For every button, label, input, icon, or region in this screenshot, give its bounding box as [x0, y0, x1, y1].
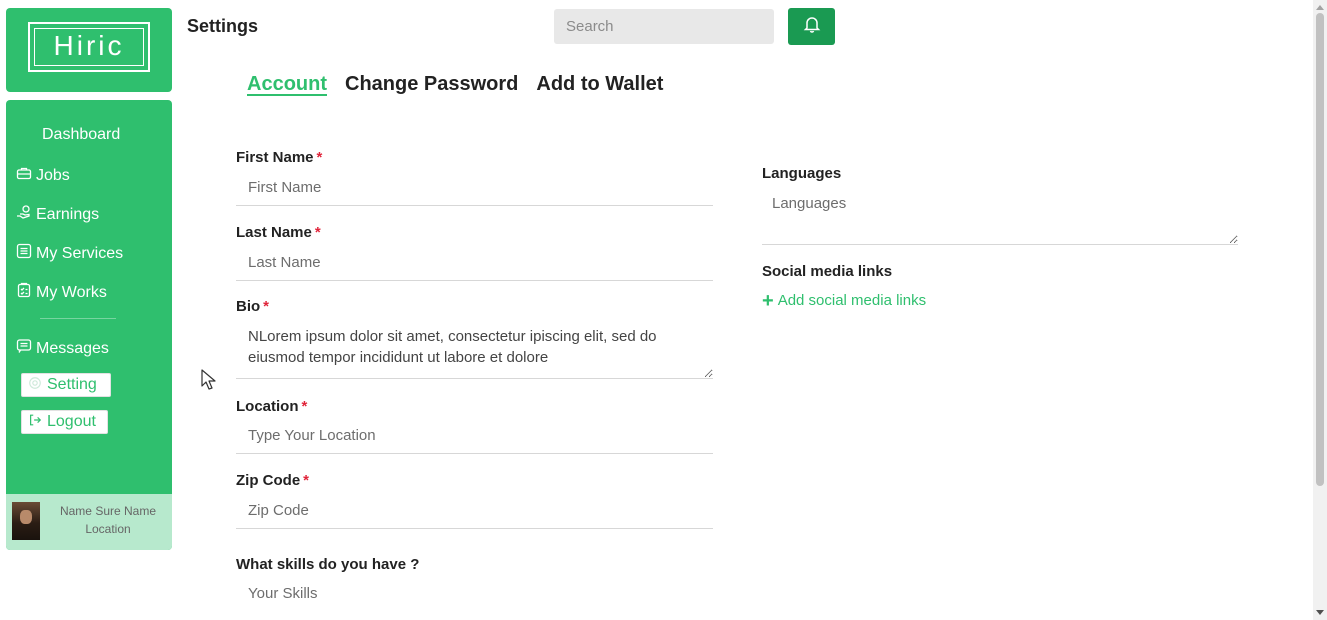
scroll-up-icon[interactable] [1316, 5, 1324, 10]
zip-code-label-text: Zip Code [236, 472, 301, 489]
first-name-label: First Name * [236, 149, 322, 166]
first-name-label-text: First Name [236, 149, 314, 166]
list-icon [16, 243, 32, 264]
profile-location: Location [85, 522, 131, 536]
sidebar-item-label: My Services [36, 244, 124, 262]
setting-button[interactable]: Setting [21, 373, 111, 397]
first-name-input[interactable] [236, 170, 713, 206]
sidebar-item-jobs[interactable]: Jobs [16, 165, 70, 186]
mouse-cursor-icon [201, 369, 216, 390]
sidebar-item-label: Messages [36, 339, 109, 357]
sidebar: Dashboard Jobs Earnings My Services My W… [6, 100, 172, 550]
location-label: Location * [236, 398, 307, 415]
skills-label: What skills do you have ? [236, 556, 420, 573]
required-mark: * [303, 472, 310, 489]
bio-label: Bio * [236, 298, 269, 315]
search-input[interactable] [554, 9, 774, 44]
notification-button[interactable] [788, 8, 835, 45]
profile-card[interactable]: Name Sure Name Location [6, 494, 172, 550]
scrollbar[interactable] [1313, 0, 1327, 620]
logout-label: Logout [47, 413, 96, 430]
tab-change-password[interactable]: Change Password [345, 73, 518, 96]
bell-icon [802, 14, 822, 39]
earnings-icon [16, 204, 32, 225]
languages-label: Languages [762, 165, 842, 182]
sidebar-divider [40, 318, 116, 319]
bio-textarea[interactable]: NLorem ipsum dolor sit amet, consectetur… [236, 320, 713, 379]
clipboard-icon [16, 282, 32, 303]
message-icon [16, 338, 32, 359]
skills-input[interactable] [236, 577, 713, 609]
settings-tabs: Account Change Password Add to Wallet [247, 73, 663, 96]
required-mark: * [263, 298, 270, 315]
avatar [12, 502, 40, 540]
zip-code-input[interactable] [236, 493, 713, 529]
required-mark: * [316, 149, 323, 166]
sidebar-item-my-works[interactable]: My Works [16, 282, 107, 303]
last-name-label-text: Last Name [236, 224, 312, 241]
plus-icon: + [762, 289, 774, 312]
logout-icon [28, 413, 42, 432]
logout-button[interactable]: Logout [21, 410, 108, 434]
setting-label: Setting [47, 376, 97, 393]
sidebar-item-messages[interactable]: Messages [16, 338, 109, 359]
sidebar-item-label: Earnings [36, 205, 100, 223]
profile-name: Name Sure Name [59, 504, 157, 518]
tab-account[interactable]: Account [247, 73, 327, 96]
page-title: Settings [187, 16, 259, 36]
location-label-text: Location [236, 398, 299, 415]
add-social-links-label: Add social media links [777, 292, 927, 309]
bio-label-text: Bio [236, 298, 261, 315]
logo[interactable]: Hiric [6, 8, 172, 92]
languages-textarea[interactable] [762, 187, 1238, 245]
sidebar-item-my-services[interactable]: My Services [16, 243, 123, 264]
last-name-label: Last Name * [236, 224, 321, 241]
required-mark: * [314, 224, 321, 241]
briefcase-icon [16, 165, 32, 186]
sidebar-item-dashboard[interactable]: Dashboard [42, 126, 120, 144]
location-input[interactable] [236, 418, 713, 454]
add-social-links-button[interactable]: + Add social media links [762, 289, 927, 312]
gear-icon [28, 376, 42, 395]
logo-frame: Hiric [28, 22, 150, 72]
sidebar-item-label: Dashboard [42, 126, 121, 143]
scroll-thumb[interactable] [1316, 13, 1324, 486]
logo-text: Hiric [53, 30, 125, 61]
social-links-label: Social media links [762, 263, 893, 280]
sidebar-item-earnings[interactable]: Earnings [16, 204, 99, 225]
required-mark: * [301, 398, 308, 415]
tab-add-to-wallet[interactable]: Add to Wallet [536, 73, 663, 96]
sidebar-item-label: Jobs [36, 166, 70, 184]
scroll-down-icon[interactable] [1316, 610, 1324, 615]
zip-code-label: Zip Code * [236, 472, 309, 489]
sidebar-item-label: My Works [36, 283, 107, 301]
last-name-input[interactable] [236, 245, 713, 281]
